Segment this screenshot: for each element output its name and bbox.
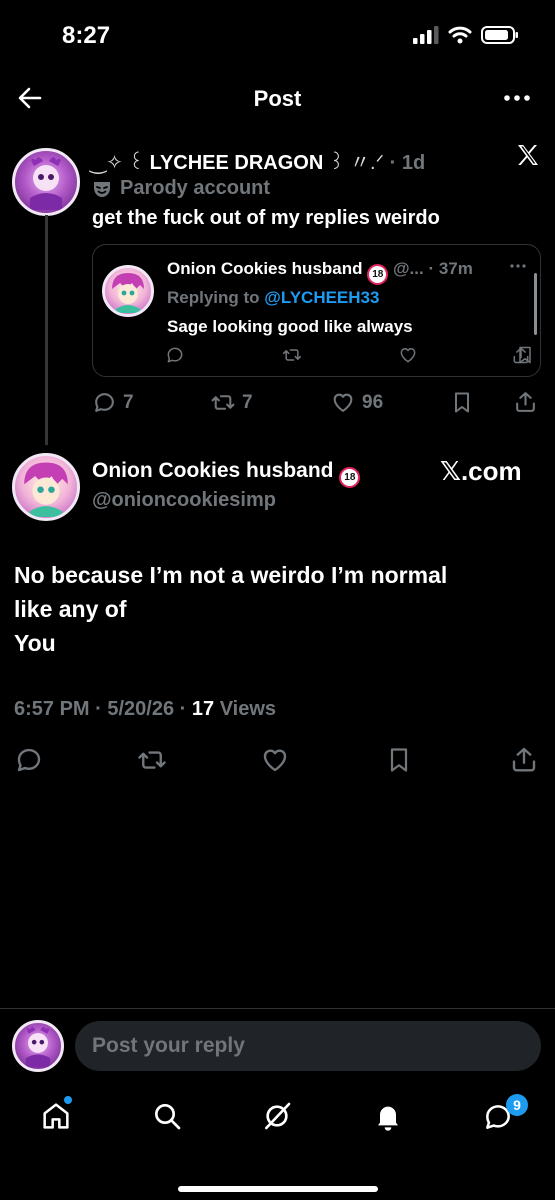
page-title: Post [253,86,302,111]
reply-post-meta: 6:57 PM · 5/20/26 · 17 Views [14,698,277,720]
share-icon[interactable] [509,744,539,774]
reply-post-author[interactable]: Onion Cookies husband 18 [92,459,361,488]
repost-icon[interactable] [282,345,302,365]
current-user-avatar[interactable] [12,1020,64,1072]
parody-mask-icon [94,181,110,197]
x-logo-icon [516,143,540,167]
original-repost-button[interactable]: 7 [210,390,253,415]
quoted-more-button[interactable] [510,263,526,269]
like-icon[interactable] [259,745,291,775]
messages-badge: 9 [506,1094,528,1116]
home-indicator[interactable] [178,1186,378,1192]
onion-cookie-avatar-icon [24,462,68,517]
original-post-author[interactable]: ‿✧ ꒰ LYCHEE DRAGON ꒱ 〃.ᐟ · 1d [90,146,425,175]
home-notification-dot [64,1096,72,1104]
reply-icon[interactable] [14,745,44,775]
more-horizontal-icon [504,95,530,101]
original-reply-button[interactable]: 7 [92,390,134,415]
quoted-post-author[interactable]: Onion Cookies husband 18 @... · 37m [167,259,473,285]
replying-to-handle-link[interactable]: @LYCHEEH33 [264,288,379,307]
views-label[interactable]: Views [220,698,276,720]
reply-input[interactable] [75,1021,541,1071]
home-icon[interactable] [40,1100,72,1132]
reply-icon [95,393,114,412]
name-decoration-prefix: ‿✧ ꒰ [90,152,145,174]
views-count[interactable]: 17 [192,698,214,720]
battery-icon [481,26,518,44]
wifi-icon [448,26,472,44]
reply-post-display-name[interactable]: Onion Cookies husband [92,459,334,482]
name-decoration-suffix: ꒱ 〃.ᐟ [328,152,385,174]
status-bar-icons [413,26,519,44]
reply-post-line-2: like any of [14,596,127,622]
parody-account-text: Parody account [120,177,271,199]
original-like-button[interactable]: 96 [330,390,383,415]
x-com-watermark: 𝕏.com [440,456,522,486]
bookmark-icon[interactable] [450,390,474,415]
replying-to-label: Replying to [167,288,260,307]
quoted-post-display-name[interactable]: Onion Cookies husband [167,259,363,278]
composer-divider [0,1008,555,1009]
search-icon[interactable] [151,1100,183,1132]
repost-count: 7 [242,391,253,413]
like-icon[interactable] [398,345,418,365]
repost-icon [211,395,235,410]
original-post-text: get the fuck out of my replies weirdo [92,207,440,229]
thread-connector-line [45,215,48,445]
lychee-dragon-avatar-icon [25,1027,51,1068]
reply-post-date: 5/20/26 [107,698,175,720]
signal-icon [413,26,439,44]
reply-post-avatar[interactable] [12,453,80,521]
reply-icon[interactable] [165,345,185,365]
bookmark-icon[interactable] [385,745,413,775]
repost-icon[interactable] [136,745,168,775]
quoted-post-avatar[interactable] [102,265,154,317]
like-count: 96 [362,391,384,413]
grok-icon[interactable] [261,1100,293,1132]
quoted-post-text: Sage looking good like always [167,317,413,336]
share-icon[interactable] [513,389,538,414]
quoted-scrollbar[interactable] [534,273,537,335]
original-post-time: · 1d [389,152,426,174]
notifications-bell-icon[interactable] [372,1100,404,1132]
status-bar-time: 8:27 [62,22,111,49]
reply-post-body: No because I’m not a weirdo I’m normal l… [14,558,534,660]
eighteen-plus-badge: 18 [339,467,361,488]
reply-post-time: 6:57 PM [14,698,90,720]
more-options-button[interactable] [503,88,531,108]
reply-count: 7 [123,391,134,413]
quoted-action-bar [165,345,535,365]
original-post-display-name[interactable]: LYCHEE DRAGON [150,152,324,174]
original-post-avatar[interactable] [12,148,80,216]
like-icon [333,393,353,412]
onion-cookie-avatar-icon [112,273,144,313]
reply-post-handle[interactable]: @onioncookiesimp [92,489,276,512]
reply-post-line-1: No because I’m not a weirdo I’m normal [14,562,448,588]
share-icon[interactable] [511,345,531,365]
quoted-post-handle: @... [392,259,424,278]
quoted-replying-to: Replying to @LYCHEEH33 [167,288,379,308]
parody-account-label: Parody account [92,177,270,200]
lychee-dragon-avatar-icon [30,157,62,210]
eighteen-plus-badge: 18 [367,264,389,285]
reply-post-line-3: You [14,630,56,656]
quoted-post-card[interactable]: Onion Cookies husband 18 @... · 37m Repl… [92,244,541,377]
more-horizontal-icon [510,264,526,268]
quoted-post-time: · 37m [428,259,473,278]
